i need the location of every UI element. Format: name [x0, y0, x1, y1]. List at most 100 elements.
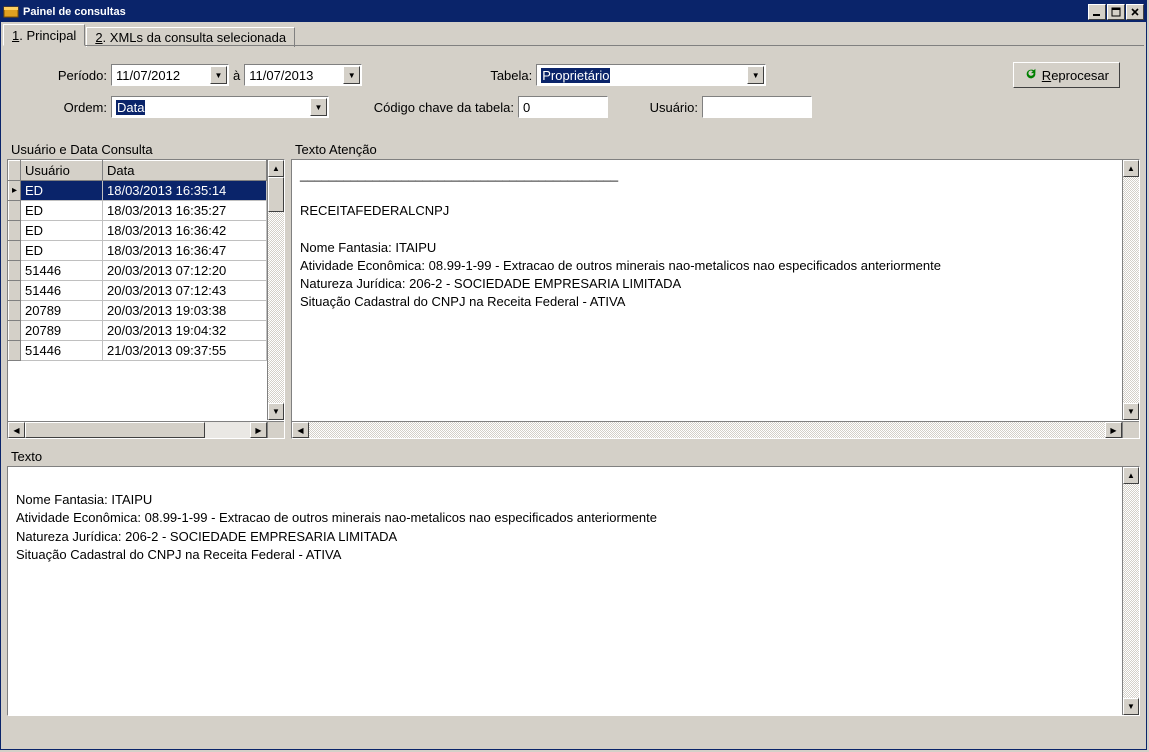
left-grid-panel: Usuário e Data Consulta Usuário Data ED1… [7, 140, 285, 439]
cell-usuario: ED [21, 241, 103, 261]
cell-data: 18/03/2013 16:36:42 [103, 221, 267, 241]
row-header[interactable] [9, 221, 21, 241]
table-row[interactable]: ED18/03/2013 16:36:47 [9, 241, 267, 261]
tabela-dropdown-icon[interactable]: ▼ [747, 66, 764, 84]
table-row[interactable]: ED18/03/2013 16:35:27 [9, 201, 267, 221]
texto-vscrollbar[interactable]: ▲ ▼ [1122, 467, 1139, 715]
tab-xmls-key: 2 [95, 30, 102, 45]
table-row[interactable]: ED18/03/2013 16:36:42 [9, 221, 267, 241]
main-window: Painel de consultas 1. Principal 2. XMLs… [0, 0, 1147, 750]
titlebar: Painel de consultas [1, 1, 1146, 22]
cell-data: 18/03/2013 16:35:27 [103, 201, 267, 221]
row-header[interactable] [9, 201, 21, 221]
atencao-textarea[interactable]: ________________________________________… [291, 159, 1140, 439]
grid-hscrollbar[interactable]: ◀ ▶ [8, 421, 267, 438]
scroll-left-icon[interactable]: ◀ [292, 422, 309, 438]
right-text-panel: Texto Atenção __________________________… [291, 140, 1140, 439]
hscroll-thumb[interactable] [25, 422, 205, 438]
scroll-down-icon[interactable]: ▼ [1123, 698, 1139, 715]
table-row[interactable]: 2078920/03/2013 19:03:38 [9, 301, 267, 321]
tab-principal[interactable]: 1. Principal [3, 24, 85, 46]
periodo-label: Período: [17, 68, 107, 83]
cell-usuario: ED [21, 201, 103, 221]
cell-usuario: 20789 [21, 321, 103, 341]
row-header[interactable] [9, 241, 21, 261]
tabela-value: Proprietário [541, 68, 610, 83]
row-header[interactable] [9, 261, 21, 281]
a-label: à [233, 68, 240, 83]
scroll-left-icon[interactable]: ◀ [8, 422, 25, 438]
ordem-combo[interactable]: Data ▼ [111, 96, 329, 118]
scroll-corner [267, 421, 284, 438]
col-usuario-header[interactable]: Usuário [21, 161, 103, 181]
close-button[interactable] [1126, 4, 1144, 20]
row-header[interactable] [9, 301, 21, 321]
row-header[interactable] [9, 341, 21, 361]
scroll-up-icon[interactable]: ▲ [268, 160, 284, 177]
grid-vscrollbar[interactable]: ▲ ▼ [267, 160, 284, 420]
row-header[interactable] [9, 321, 21, 341]
vscroll-thumb[interactable] [268, 177, 284, 212]
row-header[interactable] [9, 281, 21, 301]
row-header[interactable] [9, 181, 21, 201]
tabstrip: 1. Principal 2. XMLs da consulta selecio… [1, 22, 1146, 46]
atencao-hscrollbar[interactable]: ◀ ▶ [292, 421, 1122, 438]
cell-data: 20/03/2013 19:04:32 [103, 321, 267, 341]
scroll-up-icon[interactable]: ▲ [1123, 467, 1139, 484]
texto-textarea[interactable]: Nome Fantasia: ITAIPU Atividade Econômic… [7, 466, 1140, 716]
tabela-combo[interactable]: Proprietário ▼ [536, 64, 766, 86]
table-row[interactable]: ED18/03/2013 16:35:14 [9, 181, 267, 201]
cell-data: 20/03/2013 19:03:38 [103, 301, 267, 321]
date-to-value: 11/07/2013 [249, 68, 313, 83]
minimize-button[interactable] [1088, 4, 1106, 20]
cell-usuario: 51446 [21, 281, 103, 301]
scroll-right-icon[interactable]: ▶ [1105, 422, 1122, 438]
usuario-input[interactable] [702, 96, 812, 118]
app-icon [3, 4, 19, 20]
filter-panel: Período: 11/07/2012 ▼ à 11/07/2013 ▼ Tab… [7, 52, 1140, 136]
scroll-down-icon[interactable]: ▼ [268, 403, 284, 420]
right-text-title: Texto Atenção [291, 140, 1140, 159]
cell-usuario: 51446 [21, 341, 103, 361]
cell-usuario: 20789 [21, 301, 103, 321]
window-controls [1088, 4, 1144, 20]
ordem-dropdown-icon[interactable]: ▼ [310, 98, 327, 116]
refresh-icon [1024, 67, 1038, 84]
ordem-label: Ordem: [17, 100, 107, 115]
date-from-combo[interactable]: 11/07/2012 ▼ [111, 64, 229, 86]
tab-principal-label: . Principal [19, 28, 76, 43]
atencao-vscrollbar[interactable]: ▲ ▼ [1122, 160, 1139, 420]
grid-container: Usuário Data ED18/03/2013 16:35:14ED18/0… [7, 159, 285, 439]
grid-corner [9, 161, 21, 181]
atencao-text: ________________________________________… [292, 160, 1122, 421]
table-row[interactable]: 5144621/03/2013 09:37:55 [9, 341, 267, 361]
scroll-down-icon[interactable]: ▼ [1123, 403, 1139, 420]
cell-usuario: 51446 [21, 261, 103, 281]
maximize-button[interactable] [1107, 4, 1125, 20]
cell-data: 18/03/2013 16:36:47 [103, 241, 267, 261]
cell-data: 18/03/2013 16:35:14 [103, 181, 267, 201]
date-from-dropdown-icon[interactable]: ▼ [210, 66, 227, 84]
cell-data: 21/03/2013 09:37:55 [103, 341, 267, 361]
col-data-header[interactable]: Data [103, 161, 267, 181]
consulta-grid[interactable]: Usuário Data ED18/03/2013 16:35:14ED18/0… [8, 160, 267, 361]
content-row: Usuário e Data Consulta Usuário Data ED1… [1, 140, 1146, 439]
codigo-input[interactable]: 0 [518, 96, 608, 118]
scroll-right-icon[interactable]: ▶ [250, 422, 267, 438]
cell-data: 20/03/2013 07:12:43 [103, 281, 267, 301]
ordem-value: Data [116, 100, 145, 115]
reprocessar-button[interactable]: Reprocesar [1013, 62, 1120, 88]
table-row[interactable]: 5144620/03/2013 07:12:20 [9, 261, 267, 281]
window-title: Painel de consultas [23, 6, 1088, 18]
tab-xmls[interactable]: 2. XMLs da consulta selecionada [86, 27, 295, 47]
table-row[interactable]: 2078920/03/2013 19:04:32 [9, 321, 267, 341]
date-to-dropdown-icon[interactable]: ▼ [343, 66, 360, 84]
tabela-label: Tabela: [362, 68, 532, 83]
codigo-value: 0 [523, 100, 530, 115]
bottom-text-title: Texto [7, 447, 1140, 466]
date-to-combo[interactable]: 11/07/2013 ▼ [244, 64, 362, 86]
table-row[interactable]: 5144620/03/2013 07:12:43 [9, 281, 267, 301]
texto-text: Nome Fantasia: ITAIPU Atividade Econômic… [8, 467, 1122, 715]
cell-usuario: ED [21, 221, 103, 241]
scroll-up-icon[interactable]: ▲ [1123, 160, 1139, 177]
